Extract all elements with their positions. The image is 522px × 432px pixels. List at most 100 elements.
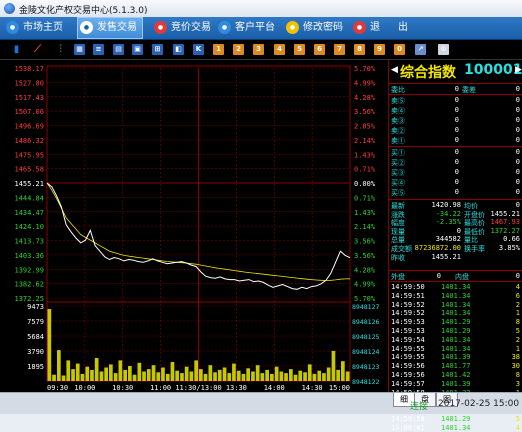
tick-price: 1401.34 <box>441 283 471 291</box>
menu-item-6[interactable]: 出 <box>395 17 425 39</box>
stat-value2: 1467.93 <box>490 218 520 227</box>
volume-bar <box>142 371 146 381</box>
pct-tick-label: 5.70% <box>354 295 376 303</box>
f6-icon[interactable]: 6 <box>314 44 325 55</box>
volume-bar <box>274 366 279 381</box>
volume-bar <box>341 361 345 381</box>
menu-item-5[interactable]: ● 退 <box>350 17 388 39</box>
orderbook-value: 0 <box>454 158 459 166</box>
pct-tick-label: 4.28% <box>354 266 376 274</box>
volume-bar <box>265 369 269 381</box>
panel-divider <box>389 146 522 147</box>
time-tick-label: 14:30 <box>302 384 323 392</box>
pct-tick-label: 0.71% <box>354 194 376 202</box>
f7-icon[interactable]: 7 <box>334 44 345 55</box>
volume-bar <box>57 350 61 381</box>
next-instrument-icon[interactable]: ▶ <box>515 65 522 75</box>
volume-bar <box>345 371 350 381</box>
orderbook-label: 卖② <box>391 127 405 135</box>
tick-price: 1401.39 <box>441 353 471 362</box>
tick-time: 14:59:55 <box>391 353 425 362</box>
f4-icon[interactable]: 4 <box>274 44 285 55</box>
gear-icon[interactable]: ⚙ <box>438 44 449 55</box>
volume-bar <box>236 370 241 381</box>
f9-icon[interactable]: 9 <box>374 44 385 55</box>
volume-bar <box>165 373 170 381</box>
menu-item-3[interactable]: ● 客户平台 <box>215 17 279 39</box>
volume-bar <box>279 371 284 381</box>
f8-icon[interactable]: 8 <box>354 44 365 55</box>
home-icon: ● <box>6 20 19 34</box>
volume-bar <box>270 373 274 381</box>
pct-tick-label: 2.85% <box>354 123 376 131</box>
f2-icon[interactable]: 2 <box>233 44 244 55</box>
tick-volume: 1 <box>515 344 520 353</box>
orderbook-value: 0 <box>454 178 459 186</box>
status-bar: 细盘图 连接 2017-02-25 15:00 <box>0 392 522 414</box>
menu-item-1[interactable]: ● 发售交易 <box>77 17 143 39</box>
pct-tick-label: 3.56% <box>354 252 376 260</box>
volume-tick-label: 7579 <box>27 318 44 326</box>
f10-icon[interactable]: 0 <box>394 44 405 55</box>
price-tick-label: 1382.62 <box>14 281 44 289</box>
volume-bar <box>80 373 85 381</box>
f5-icon[interactable]: 5 <box>294 44 305 55</box>
grid-icon[interactable]: ▦ <box>74 44 85 55</box>
tick-volume: 30 <box>511 362 520 371</box>
panel-divider <box>389 281 522 282</box>
orderbook-label: 买④ <box>391 179 405 187</box>
volume-bar <box>232 363 236 381</box>
stat-value2: 0 <box>515 201 520 209</box>
volume-bar <box>255 365 260 381</box>
orderbook-label: 买③ <box>391 169 405 177</box>
volume-bar <box>146 369 151 381</box>
quote-panel: ◀ 综合指数 100001 ▶ 委比 0 委差 0 卖⑤ 0 0 卖④ 0 0 卖③ 0 0 卖② 0 0 卖①… <box>388 60 522 432</box>
orderbook-value: 0 <box>454 168 459 176</box>
prev-instrument-icon[interactable]: ◀ <box>391 65 398 75</box>
tick-time: 14:59:51 <box>391 291 425 300</box>
menu-item-label: 市场主页 <box>23 22 63 33</box>
tick-volume: 1 <box>515 309 520 318</box>
volume-bar <box>284 373 288 381</box>
tick-time: 14:59:56 <box>391 371 425 379</box>
orderbook-value2: 0 <box>515 85 520 93</box>
volume-tick-label: 5684 <box>27 333 44 341</box>
price-tick-label: 1392.99 <box>14 266 44 274</box>
menu-item-0[interactable]: ● 市场主页 <box>3 17 69 39</box>
tick-time: 14:59:50 <box>391 283 425 291</box>
main-menu-bar: ● 市场主页 ● 发售交易 ● 竞价交易 ● 客户平台 ● 修改密码 ● 退出 <box>0 17 522 40</box>
volume-bar <box>94 358 99 381</box>
bar-chart-icon[interactable]: ▮ <box>11 44 22 55</box>
orderbook-value2: 0 <box>515 178 520 186</box>
volume-bar <box>298 370 303 381</box>
window-icon[interactable]: ▣ <box>132 44 143 55</box>
trend-icon[interactable]: ↗ <box>415 44 426 55</box>
panel-icon[interactable]: ◧ <box>173 44 184 55</box>
volume-bar <box>113 373 118 381</box>
tick-time: 14:59:55 <box>391 344 425 353</box>
layout-icon[interactable]: ⊞ <box>152 44 163 55</box>
volume-bar <box>203 373 208 381</box>
candlestick-icon[interactable]: ⫶ <box>55 44 66 55</box>
pct-tick-label: 2.14% <box>354 223 376 231</box>
panel-divider <box>389 270 522 271</box>
menu-item-4[interactable]: ● 修改密码 <box>283 17 347 39</box>
line-chart-icon[interactable]: ⟋ <box>32 44 43 55</box>
volume-bar <box>312 373 317 381</box>
chart-toolbar: ▮ ⟋ ⫶ ▦ ≡ ▤ ▣ ⊞ ◧ K 1 2 3 4 5 6 7 8 9 0 ↗ ⚙ <box>0 40 522 60</box>
orderbook-label: 买⑤ <box>391 189 405 197</box>
list-icon[interactable]: ≡ <box>93 44 104 55</box>
volume-tick-label: 9473 <box>27 303 44 311</box>
pct-tick-label: 4.99% <box>354 281 376 289</box>
stat-value: 1455.21 <box>431 252 461 261</box>
menu-item-2[interactable]: ● 竞价交易 <box>151 17 211 39</box>
time-tick-label: 09:30 <box>47 384 68 392</box>
instrument-code: 100001 <box>464 62 522 78</box>
menu-item-label: 退 <box>370 22 380 33</box>
k-icon[interactable]: K <box>193 44 204 55</box>
tick-price: 1401.77 <box>441 362 471 371</box>
table-icon[interactable]: ▤ <box>113 44 124 55</box>
f3-icon[interactable]: 3 <box>253 44 264 55</box>
f1-icon[interactable]: 1 <box>213 44 224 55</box>
tick-time: 15:00:01 <box>391 423 425 432</box>
